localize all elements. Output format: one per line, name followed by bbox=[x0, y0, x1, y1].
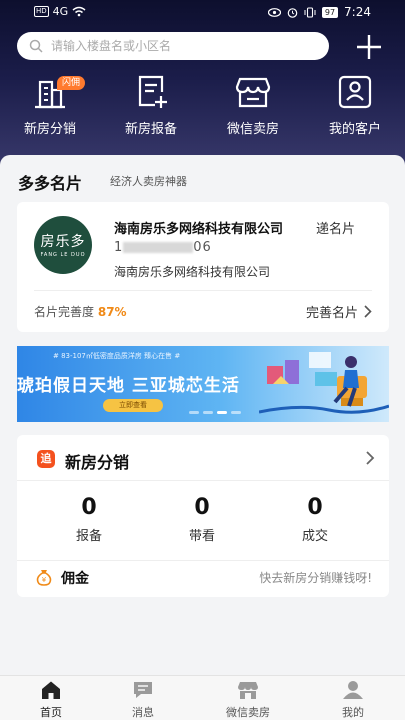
tab-label: 我的 bbox=[342, 706, 364, 719]
search-input[interactable] bbox=[51, 39, 301, 53]
phone-number: 1 06 bbox=[114, 240, 212, 255]
tab-profile[interactable]: 我的 bbox=[313, 680, 393, 720]
complete-card-link[interactable]: 完善名片 bbox=[306, 302, 372, 321]
quick-nav-label: 我的客户 bbox=[328, 122, 381, 137]
company-subline: 海南房乐多网络科技有限公司 bbox=[114, 265, 271, 279]
promo-banner[interactable]: # 83-107㎡低密度品质洋房 臻心在售 # 琥珀假日天地 三亚城芯生活 立即… bbox=[17, 346, 389, 422]
svg-text:¥: ¥ bbox=[42, 576, 47, 584]
search-icon bbox=[29, 39, 43, 53]
stat-label: 带看 bbox=[188, 529, 215, 544]
tab-label: 微信卖房 bbox=[226, 706, 270, 719]
distribution-card: 追 新房分销 0 报备 0 带看 0 成交 ¥ 佣金 快去新房分销赚钱呀! bbox=[17, 435, 389, 597]
chevron-right-icon bbox=[364, 305, 372, 318]
chevron-right-icon[interactable] bbox=[365, 450, 375, 466]
quick-nav: 闪佣 新房分销 新房报备 微信卖房 我的客户 bbox=[0, 74, 405, 138]
quick-nav-new-house-report[interactable]: 新房报备 bbox=[106, 74, 196, 137]
carousel-dots bbox=[189, 411, 241, 414]
search-bar[interactable] bbox=[17, 32, 329, 60]
add-plus-button[interactable] bbox=[354, 32, 384, 62]
store-icon bbox=[238, 682, 258, 699]
tab-home[interactable]: 首页 bbox=[11, 680, 91, 720]
phone-prefix: 1 bbox=[114, 240, 124, 255]
divider bbox=[34, 290, 372, 291]
carousel-dot[interactable] bbox=[203, 411, 213, 414]
logo-subtext: FANG LE DUO bbox=[40, 252, 86, 258]
banner-small-text: # 83-107㎡低密度品质洋房 臻心在售 # bbox=[53, 352, 181, 360]
banner-headline: 琥珀假日天地 三亚城芯生活 bbox=[17, 376, 240, 396]
status-bar: HD 4G 97 7:24 bbox=[0, 0, 405, 24]
quick-nav-wechat-sell[interactable]: 微信卖房 bbox=[208, 74, 298, 137]
header-background: HD 4G 97 7:24 闪佣 新房分销 新房报备 微信卖房 bbox=[0, 0, 405, 175]
profile-icon bbox=[343, 681, 363, 699]
carousel-dot[interactable] bbox=[231, 411, 241, 414]
tab-wechat-sell[interactable]: 微信卖房 bbox=[208, 680, 288, 720]
home-icon bbox=[42, 681, 60, 699]
commission-label: 佣金 bbox=[61, 571, 89, 587]
hd-indicator: HD bbox=[34, 6, 49, 17]
stat-label: 成交 bbox=[301, 529, 328, 544]
divider bbox=[17, 560, 389, 561]
commission-hint[interactable]: 快去新房分销赚钱呀! bbox=[259, 569, 372, 586]
battery-indicator: 97 bbox=[321, 6, 339, 18]
quick-nav-label: 新房分销 bbox=[23, 122, 76, 137]
completeness-label: 名片完善度 bbox=[34, 305, 95, 319]
vibrate-icon bbox=[304, 6, 316, 18]
logo-text: 房乐多 bbox=[40, 234, 86, 250]
company-logo: 房乐多 FANG LE DUO bbox=[34, 216, 92, 274]
bottom-tab-bar: 首页 消息 微信卖房 我的 bbox=[0, 675, 405, 720]
completeness: 名片完善度 87% bbox=[34, 303, 127, 320]
tab-label: 首页 bbox=[40, 706, 62, 719]
banner-illustration bbox=[259, 352, 389, 414]
quick-nav-my-customers[interactable]: 我的客户 bbox=[310, 74, 400, 137]
card-section-subtitle: 经济人卖房神器 bbox=[110, 175, 187, 188]
store-icon bbox=[235, 77, 271, 108]
wifi-icon bbox=[72, 6, 86, 17]
stat-label: 报备 bbox=[75, 529, 102, 544]
completeness-value: 87% bbox=[97, 305, 127, 319]
tab-label: 消息 bbox=[132, 706, 154, 719]
quick-nav-label: 微信卖房 bbox=[226, 122, 279, 137]
phone-redacted bbox=[123, 242, 194, 253]
customer-card-icon bbox=[338, 75, 372, 109]
complete-card-label: 完善名片 bbox=[305, 306, 358, 321]
tab-messages[interactable]: 消息 bbox=[103, 680, 183, 720]
distribution-icon: 追 bbox=[37, 450, 55, 468]
stat-report[interactable]: 0 报备 bbox=[39, 495, 139, 544]
card-section-title: 多多名片 bbox=[18, 174, 83, 193]
carousel-dot[interactable] bbox=[189, 411, 199, 414]
company-name: 海南房乐多网络科技有限公司 bbox=[114, 222, 284, 237]
banner-button[interactable]: 立即查看 bbox=[103, 399, 163, 412]
stat-visit[interactable]: 0 带看 bbox=[152, 495, 252, 544]
money-bag-icon: ¥ bbox=[36, 570, 52, 586]
report-add-icon bbox=[138, 75, 167, 108]
flash-commission-badge: 闪佣 bbox=[57, 76, 86, 90]
status-time: 7:24 bbox=[344, 5, 371, 19]
business-card[interactable]: 房乐多 FANG LE DUO 海南房乐多网络科技有限公司 递名片 1 06 海南… bbox=[17, 202, 389, 332]
alarm-icon bbox=[287, 7, 298, 18]
stat-value: 0 bbox=[307, 495, 323, 520]
quick-nav-new-house-distribution[interactable]: 闪佣 新房分销 bbox=[5, 74, 95, 137]
eye-icon bbox=[267, 7, 281, 17]
network-indicator: 4G bbox=[52, 5, 69, 18]
stat-value: 0 bbox=[194, 495, 210, 520]
stat-value: 0 bbox=[81, 495, 97, 520]
message-icon bbox=[134, 682, 152, 698]
carousel-dot-active[interactable] bbox=[217, 411, 227, 414]
quick-nav-label: 新房报备 bbox=[124, 122, 177, 137]
main-content: 多多名片 经济人卖房神器 房乐多 FANG LE DUO 海南房乐多网络科技有限… bbox=[0, 155, 405, 675]
divider bbox=[17, 480, 389, 481]
stat-deal[interactable]: 0 成交 bbox=[265, 495, 365, 544]
phone-suffix: 06 bbox=[193, 240, 212, 255]
send-card-button[interactable]: 递名片 bbox=[312, 218, 356, 237]
distribution-title[interactable]: 新房分销 bbox=[65, 449, 129, 473]
